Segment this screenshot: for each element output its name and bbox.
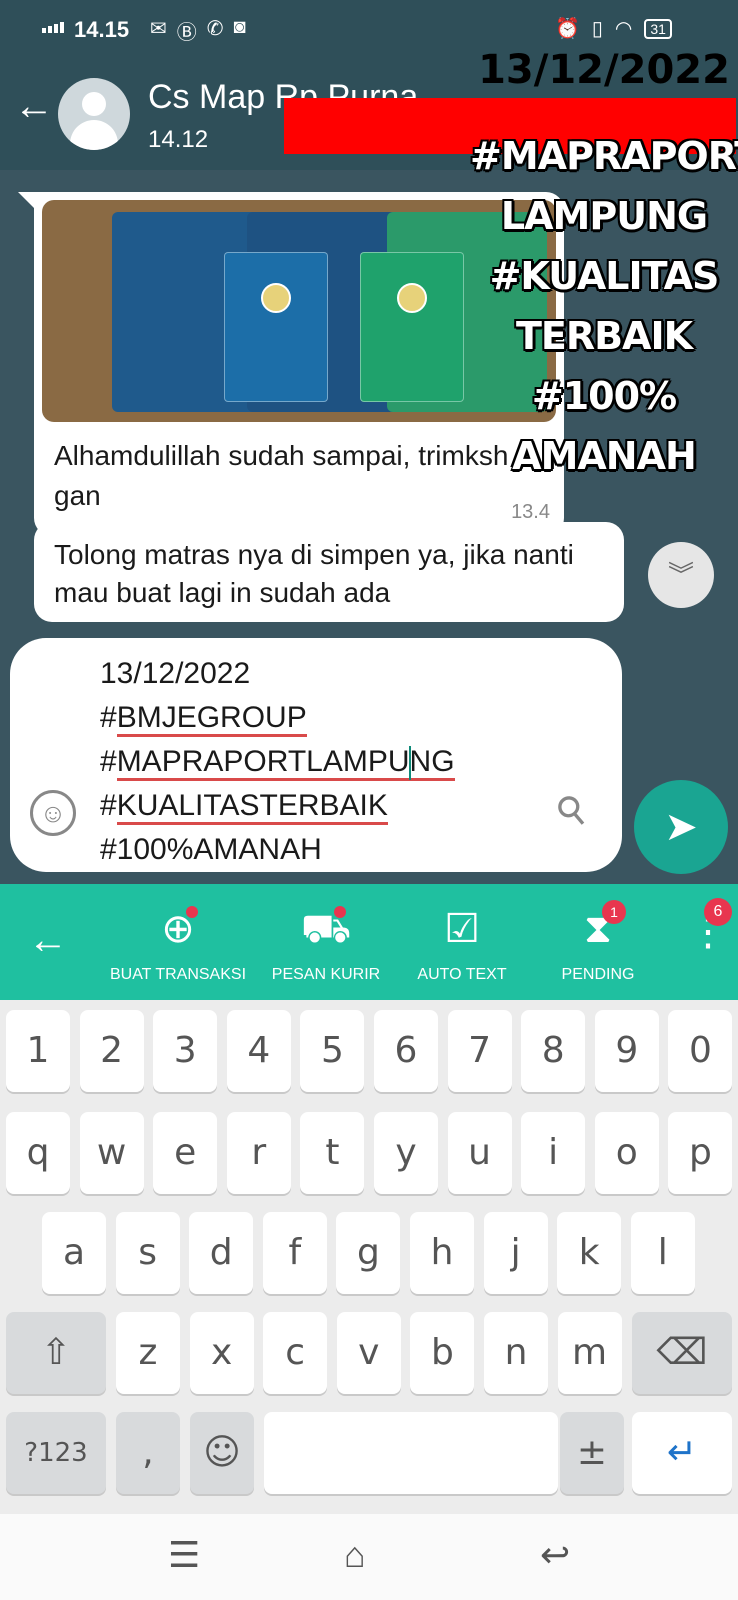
message-input[interactable]: 13/12/2022 #BMJEGROUP #MAPRAPORTLAMPUNG … (10, 638, 622, 872)
overlay-line: #KUALITAS (489, 254, 720, 298)
comma-key[interactable]: , (116, 1412, 180, 1494)
alarm-icon: ⏰ (555, 18, 580, 40)
message-bubble-text[interactable]: Tolong matras nya di simpen ya, jika nan… (34, 522, 624, 622)
input-line: MAPRAPORTLAMPUNG (116, 745, 455, 781)
key-d[interactable]: d (189, 1212, 254, 1294)
key-8[interactable]: 8 (521, 1010, 586, 1092)
b-circle-icon: Ⓑ (176, 22, 197, 44)
input-line: #100%AMANAH (100, 833, 322, 866)
backspace-key[interactable]: ⌫ (632, 1312, 732, 1394)
key-5[interactable]: 5 (300, 1010, 365, 1092)
key-1[interactable]: 1 (6, 1010, 70, 1092)
emoji-icon[interactable]: ☺ (30, 790, 76, 836)
keyboard: 1 2 3 4 5 6 7 8 9 0 q w e r t y u i o p a s d f g h j k l ⇧ z x c v b n m ⌫ ?1… (0, 1000, 738, 1514)
vibrate-icon: ▯ (591, 18, 603, 40)
key-t[interactable]: t (300, 1112, 365, 1194)
key-m[interactable]: m (557, 1312, 622, 1394)
messenger-icon: ✉ (150, 18, 167, 40)
key-l[interactable]: l (630, 1212, 695, 1294)
status-time: 14.15 (74, 17, 130, 42)
home-icon[interactable]: ⌂ (344, 1534, 366, 1576)
message-time: 13.4 (511, 501, 550, 523)
wifi-icon: ◠ (614, 18, 633, 40)
key-6[interactable]: 6 (374, 1010, 438, 1092)
pending-badge: 1 (602, 900, 626, 924)
key-v[interactable]: v (336, 1312, 401, 1394)
toolbar-pending[interactable]: ⧗ 1 PENDING (518, 900, 678, 984)
symbols-key[interactable]: ?123 (6, 1412, 106, 1494)
key-h[interactable]: h (410, 1212, 474, 1294)
input-line: BMJEGROUP (116, 701, 307, 737)
instagram-icon: ◙ (233, 16, 246, 38)
overlay-line: TERBAIK (515, 314, 693, 358)
rp-plus-icon: ⊕ (98, 900, 258, 958)
input-line: KUALITASTERBAIK (116, 789, 388, 825)
message-text: Tolong matras nya di simpen ya, jika nan… (54, 539, 574, 608)
key-i[interactable]: i (521, 1112, 586, 1194)
overlay-date: 13/12/2022 (478, 47, 730, 93)
overlay-line: #100% (531, 374, 677, 418)
toolbar-buat-transaksi[interactable]: ⊕ BUAT TRANSAKSI (98, 900, 258, 984)
key-a[interactable]: a (42, 1212, 106, 1294)
key-f[interactable]: f (262, 1212, 327, 1294)
key-z[interactable]: z (116, 1312, 180, 1394)
text-caret (408, 746, 411, 781)
key-7[interactable]: 7 (447, 1010, 512, 1092)
quick-action-toolbar: ← ⊕ BUAT TRANSAKSI ⛟ PESAN KURIR ☑ AUTO … (0, 884, 738, 1000)
key-c[interactable]: c (263, 1312, 328, 1394)
navigation-bar: ☰ ⌂ ↩ (0, 1514, 738, 1600)
key-q[interactable]: q (6, 1112, 70, 1194)
key-2[interactable]: 2 (79, 1010, 144, 1092)
double-chevron-down-icon: ︾ (667, 560, 694, 590)
last-seen: 14.12 (148, 126, 209, 153)
key-3[interactable]: 3 (153, 1010, 218, 1092)
menu-icon[interactable]: ☰ (168, 1534, 200, 1576)
send-button[interactable]: ➤ (634, 780, 728, 874)
space-bar[interactable] (264, 1412, 558, 1494)
overlay-line: AMANAH (512, 434, 697, 478)
back-arrow-icon[interactable]: ← (14, 86, 54, 126)
key-j[interactable]: j (483, 1212, 548, 1294)
battery-icon: 31 (644, 18, 672, 39)
more-menu-button[interactable]: ⋮ 6 (688, 898, 732, 952)
overlay-line: LAMPUNG (500, 194, 708, 238)
key-s[interactable]: s (115, 1212, 180, 1294)
key-r[interactable]: r (226, 1112, 291, 1194)
emoji-key[interactable]: ☺ (190, 1412, 254, 1494)
more-badge: 6 (704, 898, 732, 926)
signal-icon (42, 22, 64, 33)
key-n[interactable]: n (484, 1312, 548, 1394)
key-4[interactable]: 4 (226, 1010, 291, 1092)
key-o[interactable]: o (594, 1112, 659, 1194)
overlay-line: #MAPRAPORT (470, 134, 738, 178)
key-k[interactable]: k (557, 1212, 622, 1294)
send-icon: ➤ (664, 805, 698, 849)
phone-icon: ✆ (206, 18, 224, 40)
input-line: 13/12/2022 (100, 657, 251, 690)
avatar[interactable] (58, 78, 130, 150)
key-9[interactable]: 9 (594, 1010, 659, 1092)
key-u[interactable]: u (447, 1112, 512, 1194)
paperclip-icon[interactable]: ⚲ (547, 784, 597, 836)
key-x[interactable]: x (189, 1312, 254, 1394)
key-b[interactable]: b (410, 1312, 475, 1394)
key-y[interactable]: y (374, 1112, 438, 1194)
back-icon[interactable]: ↩ (540, 1534, 570, 1576)
back-arrow-icon[interactable]: ← (28, 918, 68, 963)
overlay-caption: 13/12/2022 #MAPRAPORT LAMPUNG #KUALITAS … (470, 40, 738, 486)
calc-key[interactable]: ± (560, 1412, 624, 1494)
shift-key[interactable]: ⇧ (6, 1312, 106, 1394)
scroll-down-button[interactable]: ︾ (648, 542, 714, 608)
key-g[interactable]: g (336, 1212, 401, 1294)
hourglass-icon: ⧗ 1 (518, 900, 678, 958)
key-0[interactable]: 0 (668, 1010, 733, 1092)
enter-key[interactable]: ↵ (632, 1412, 732, 1494)
key-p[interactable]: p (668, 1112, 733, 1194)
key-e[interactable]: e (153, 1112, 218, 1194)
key-w[interactable]: w (79, 1112, 144, 1194)
